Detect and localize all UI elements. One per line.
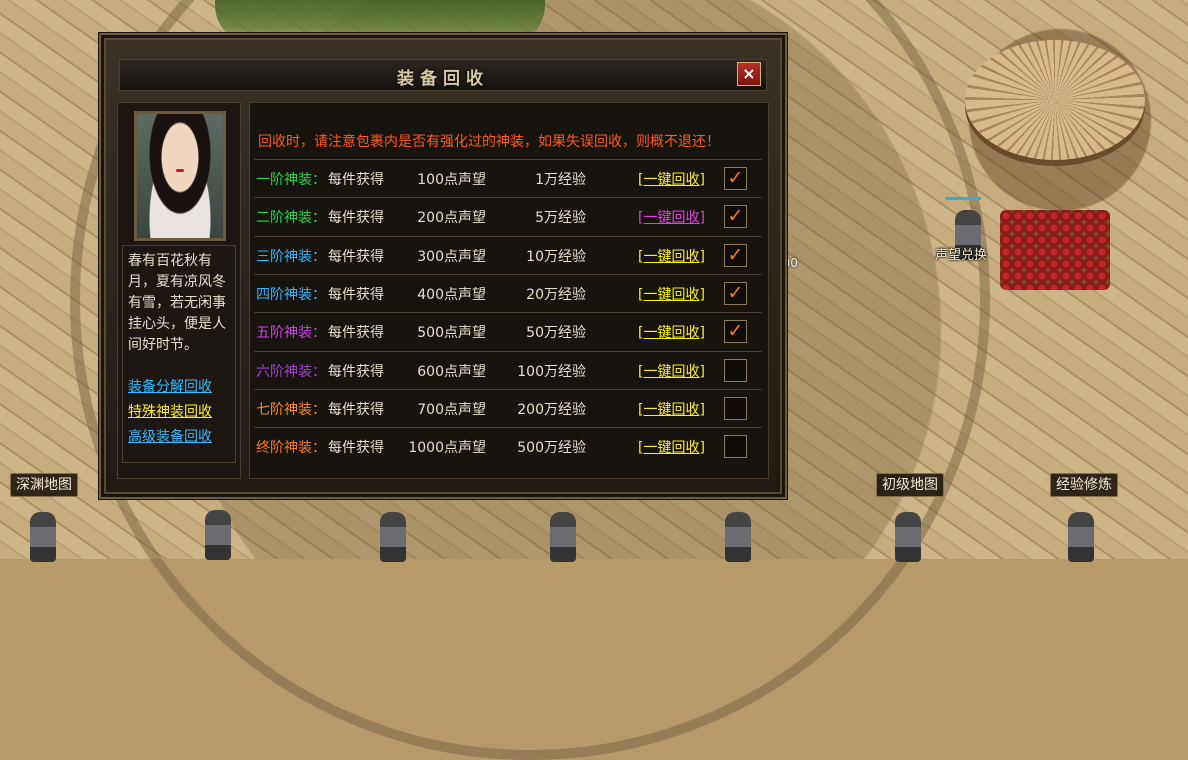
one-click-recycle-button[interactable]: [一键回收] xyxy=(638,361,705,381)
tier-label: 七阶神装： xyxy=(256,401,326,418)
equipment-recycle-dialog: 装备回收 × 春有百花秋有月，夏有凉风冬有雪，若无闲事挂心头，便是人间好时节。 … xyxy=(99,33,787,499)
npc-guard[interactable] xyxy=(1068,512,1094,562)
table-row: 终阶神装： 每件获得 1000点声望 500万经验 [一键回收] xyxy=(254,427,762,465)
dialog-title: 装备回收 xyxy=(397,69,489,89)
dialog-titlebar: 装备回收 xyxy=(119,59,767,91)
map-button-abyss[interactable]: 深渊地图 xyxy=(10,473,78,497)
tier-label: 终阶神装： xyxy=(256,440,326,457)
link-special-recycle[interactable]: 特殊神装回收 xyxy=(128,401,212,421)
tier-label: 二阶神装： xyxy=(256,210,326,227)
tier-label: 四阶神装： xyxy=(256,286,326,303)
reputation-value: 300点声望 xyxy=(417,248,486,265)
npc-hp-bar xyxy=(945,197,981,200)
each-label: 每件获得 xyxy=(328,325,384,342)
each-label: 每件获得 xyxy=(328,210,384,227)
exp-value: 500万经验 xyxy=(517,440,586,457)
one-click-recycle-button[interactable]: [一键回收] xyxy=(638,399,705,419)
map-button-exp-training[interactable]: 经验修炼 xyxy=(1050,473,1118,497)
exp-value: 20万经验 xyxy=(526,286,586,303)
exp-value: 1万经验 xyxy=(535,172,586,188)
exp-value: 5万经验 xyxy=(535,210,586,227)
map-button-beginner[interactable]: 初级地图 xyxy=(876,473,944,497)
table-row: 七阶神装： 每件获得 700点声望 200万经验 [一键回收] xyxy=(254,388,762,427)
poem-text: 春有百花秋有月，夏有凉风冬有雪，若无闲事挂心头，便是人间好时节。 xyxy=(128,253,226,353)
auto-recycle-checkbox[interactable] xyxy=(724,396,747,420)
close-button[interactable]: × xyxy=(737,62,761,86)
exp-value: 50万经验 xyxy=(526,325,586,342)
checkmark-icon-checkbox[interactable]: ✓ xyxy=(724,205,747,229)
table-row: 六阶神装： 每件获得 600点声望 100万经验 [一键回收] xyxy=(254,350,762,389)
reputation-value: 600点声望 xyxy=(417,363,486,380)
exp-value: 100万经验 xyxy=(517,363,586,380)
npc-guard[interactable] xyxy=(895,512,921,562)
npc-portrait xyxy=(134,111,226,241)
poem-box: 春有百花秋有月，夏有凉风冬有雪，若无闲事挂心头，便是人间好时节。 装备分解回收 … xyxy=(122,245,236,463)
each-label: 每件获得 xyxy=(328,172,384,188)
table-row: 四阶神装： 每件获得 400点声望 20万经验 [一键回收] ✓ xyxy=(254,273,762,312)
tier-label: 三阶神装： xyxy=(256,248,326,265)
one-click-recycle-button[interactable]: [一键回收] xyxy=(638,322,705,342)
reputation-value: 400点声望 xyxy=(417,286,486,303)
tier-label: 一阶神装： xyxy=(256,172,326,188)
fruit-stall xyxy=(1000,210,1110,290)
table-row: 二阶神装： 每件获得 200点声望 5万经验 [一键回收] ✓ xyxy=(254,197,762,235)
link-advanced-recycle[interactable]: 高级装备回收 xyxy=(128,426,212,446)
npc-guard[interactable] xyxy=(380,512,406,562)
one-click-recycle-button[interactable]: [一键回收] xyxy=(638,207,705,227)
reputation-value: 700点声望 xyxy=(417,401,486,418)
one-click-recycle-button[interactable]: [一键回收] xyxy=(638,437,705,457)
tier-label: 六阶神装： xyxy=(256,363,326,380)
checkmark-icon-checkbox[interactable]: ✓ xyxy=(724,320,747,344)
each-label: 每件获得 xyxy=(328,401,384,418)
npc-guard[interactable] xyxy=(725,512,751,562)
right-panel: 回收时，请注意包裹内是否有强化过的神装，如果失误回收，则概不退还！ 一阶神装：每… xyxy=(249,102,769,479)
reputation-value: 200点声望 xyxy=(417,210,486,227)
npc-guard[interactable] xyxy=(205,510,231,560)
thatched-hut-roof xyxy=(965,40,1145,160)
each-label: 每件获得 xyxy=(328,440,384,457)
reputation-value: 500点声望 xyxy=(417,325,486,342)
reputation-value: 100点声望 xyxy=(417,172,486,188)
one-click-recycle-button[interactable]: [一键回收] xyxy=(638,246,705,266)
table-row: 三阶神装： 每件获得 300点声望 10万经验 [一键回收] ✓ xyxy=(254,235,762,274)
each-label: 每件获得 xyxy=(328,286,384,303)
table-row: 一阶神装： 每件获得 100点声望 1万经验 [一键回收] ✓ xyxy=(254,159,762,197)
tier-label: 五阶神装： xyxy=(256,325,326,342)
reputation-value: 1000点声望 xyxy=(408,440,486,457)
exp-value: 10万经验 xyxy=(526,248,586,265)
table-row: 五阶神装： 每件获得 500点声望 50万经验 [一键回收] ✓ xyxy=(254,312,762,350)
npc-guard[interactable] xyxy=(30,512,56,562)
exp-value: 200万经验 xyxy=(517,401,586,418)
one-click-recycle-button[interactable]: [一键回收] xyxy=(638,284,705,304)
one-click-recycle-button[interactable]: [一键回收] xyxy=(638,169,705,189)
left-panel: 春有百花秋有月，夏有凉风冬有雪，若无闲事挂心头，便是人间好时节。 装备分解回收 … xyxy=(117,102,241,479)
npc-guard[interactable] xyxy=(550,512,576,562)
checkmark-icon-checkbox[interactable]: ✓ xyxy=(724,243,747,267)
auto-recycle-checkbox[interactable] xyxy=(724,435,747,459)
each-label: 每件获得 xyxy=(328,363,384,380)
link-equipment-decompose[interactable]: 装备分解回收 xyxy=(128,376,212,396)
warning-text: 回收时，请注意包裹内是否有强化过的神装，如果失误回收，则概不退还！ xyxy=(258,134,720,150)
close-icon: × xyxy=(742,64,756,83)
auto-recycle-checkbox[interactable] xyxy=(724,358,747,382)
npc-name-label: 声望兑换 xyxy=(935,248,988,263)
each-label: 每件获得 xyxy=(328,248,384,265)
checkmark-icon-checkbox[interactable]: ✓ xyxy=(724,281,747,305)
checkmark-icon-checkbox[interactable]: ✓ xyxy=(724,167,747,190)
